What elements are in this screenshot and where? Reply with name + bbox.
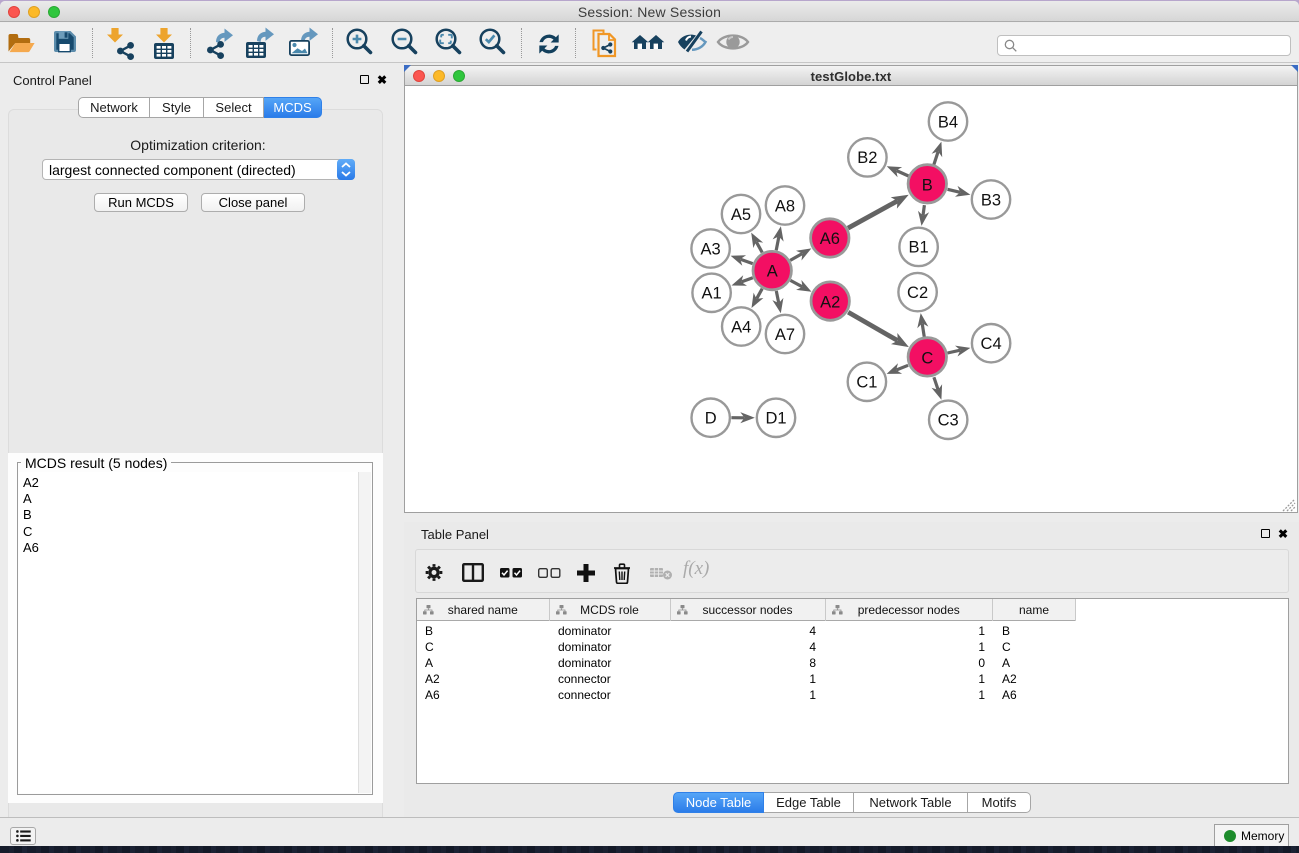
svg-text:B: B	[922, 176, 933, 194]
svg-text:B2: B2	[857, 149, 877, 167]
svg-text:A3: A3	[701, 240, 721, 258]
svg-text:A2: A2	[820, 294, 840, 312]
svg-text:A1: A1	[702, 285, 722, 303]
svg-text:C2: C2	[907, 284, 928, 302]
svg-text:B1: B1	[909, 239, 929, 257]
svg-text:A: A	[767, 262, 778, 280]
svg-text:D1: D1	[765, 410, 786, 428]
svg-text:B4: B4	[938, 113, 958, 131]
svg-text:D: D	[705, 410, 717, 428]
svg-text:A7: A7	[775, 326, 795, 344]
svg-text:C4: C4	[981, 335, 1002, 353]
svg-text:C3: C3	[938, 412, 959, 430]
svg-text:C1: C1	[856, 374, 877, 392]
svg-text:C: C	[921, 349, 933, 367]
svg-text:A5: A5	[731, 206, 751, 224]
svg-text:A8: A8	[775, 197, 795, 215]
svg-text:B3: B3	[981, 191, 1001, 209]
svg-text:A6: A6	[820, 230, 840, 248]
svg-text:A4: A4	[731, 318, 751, 336]
